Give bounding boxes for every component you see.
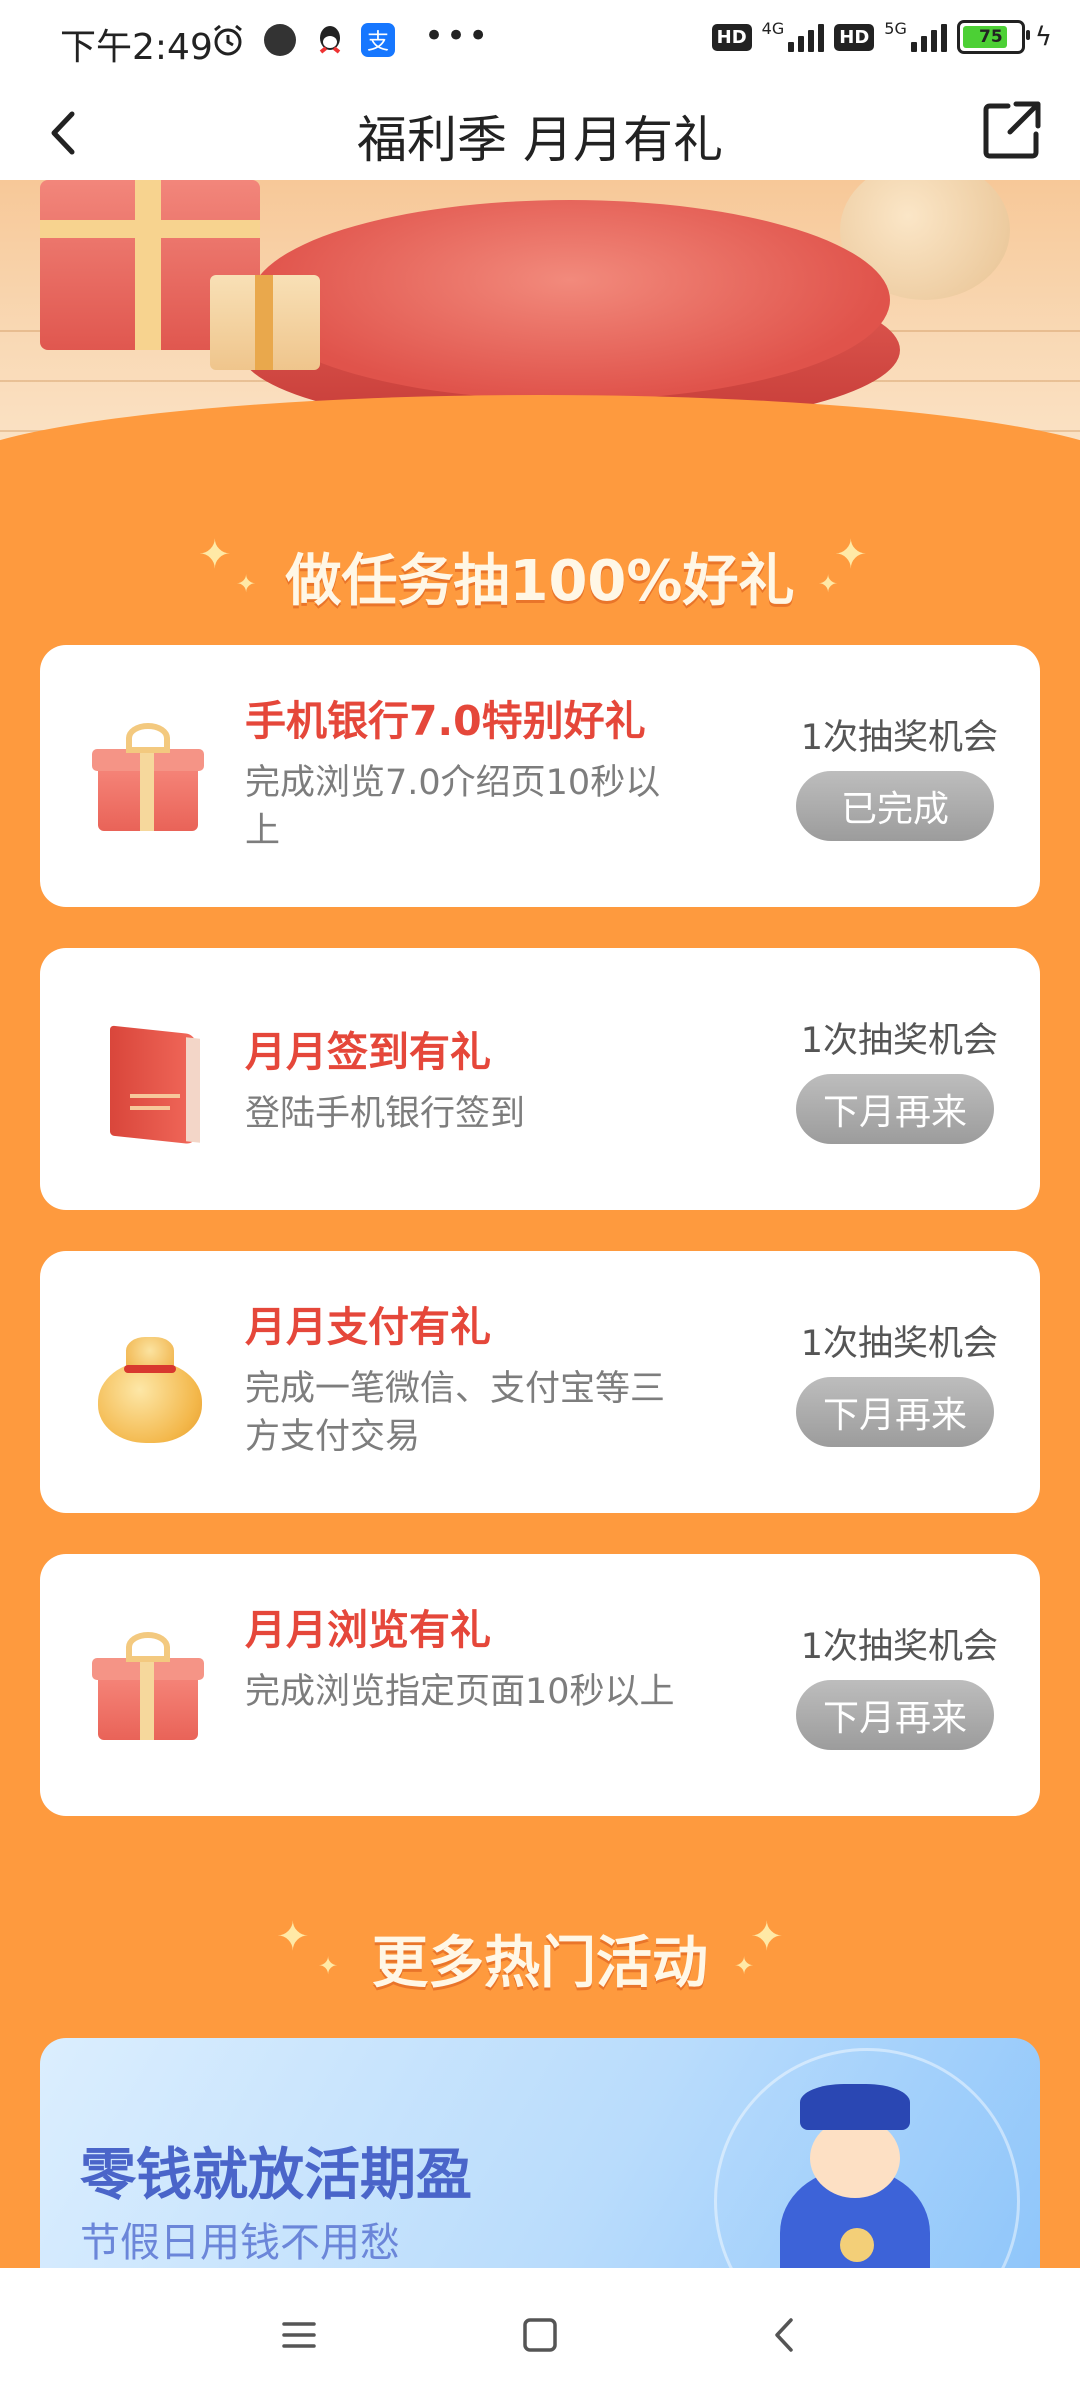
task-title: 手机银行7.0特别好礼 (245, 697, 646, 745)
more-dots-icon: ••• (424, 16, 491, 56)
task-desc: 完成浏览7.0介绍页10秒以上 (245, 763, 661, 851)
sparkle-icon: ✦ (834, 532, 868, 578)
gift-box-icon (90, 1630, 208, 1748)
task-status-button[interactable]: 下月再来 (796, 1377, 994, 1447)
signal-icon (788, 22, 825, 52)
gift-box-icon (90, 721, 208, 839)
tasks-section-title: 做任务抽100%好礼 (285, 549, 795, 614)
nav-bar: 福利季 月月有礼 (0, 84, 1080, 180)
network-label-1: 4G (761, 18, 785, 38)
status-time: 下午2:49 (60, 27, 213, 68)
money-bag-icon (90, 1327, 208, 1445)
fortune-god-mascot-icon (760, 2078, 950, 2298)
task-status-button[interactable]: 下月再来 (796, 1074, 994, 1144)
red-book-icon (90, 1024, 208, 1145)
task-title: 月月浏览有礼 (245, 1606, 491, 1654)
page-title: 福利季 月月有礼 (357, 111, 723, 169)
battery-level: 75 (979, 27, 1003, 47)
back-nav-icon[interactable] (760, 2310, 810, 2360)
charging-icon: ϟ (1034, 22, 1052, 52)
task-card: 手机银行7.0特别好礼 完成浏览7.0介绍页10秒以上 1次抽奖机会 已完成 (40, 645, 1040, 907)
share-icon[interactable] (980, 98, 1044, 162)
task-desc: 完成浏览指定页面10秒以上 (245, 1672, 675, 1712)
hd-badge-1: HD (711, 23, 752, 51)
status-bar: 下午2:49 支 ••• HD 4G HD 5G 75 ϟ (0, 0, 1080, 84)
task-card: 月月浏览有礼 完成浏览指定页面10秒以上 1次抽奖机会 下月再来 (40, 1554, 1040, 1816)
draw-chance-label: 1次抽奖机会 (800, 718, 998, 758)
task-desc: 登陆手机银行签到 (245, 1094, 526, 1134)
qq-icon (319, 26, 341, 54)
task-status-button[interactable]: 下月再来 (796, 1680, 994, 1750)
gift-box-small (210, 275, 320, 370)
network-label-2: 5G (884, 18, 907, 38)
hd-badge-2: HD (834, 23, 875, 51)
draw-chance-label: 1次抽奖机会 (800, 1021, 998, 1061)
home-icon[interactable] (515, 2310, 565, 2360)
task-title: 月月支付有礼 (245, 1303, 491, 1351)
header-banner (0, 180, 1080, 470)
task-title: 月月签到有礼 (245, 1028, 491, 1076)
draw-chance-label: 1次抽奖机会 (800, 1324, 998, 1364)
podium-top (250, 200, 890, 400)
alarm-icon (214, 24, 242, 56)
task-card: 月月支付有礼 完成一笔微信、支付宝等三方支付交易 1次抽奖机会 下月再来 (40, 1251, 1040, 1513)
signal-icon-2 (910, 22, 947, 52)
camera-dot-icon (264, 24, 296, 56)
draw-chance-label: 1次抽奖机会 (800, 1627, 998, 1667)
battery-icon: 75 (956, 20, 1030, 54)
task-card: 月月签到有礼 登陆手机银行签到 1次抽奖机会 下月再来 (40, 948, 1040, 1210)
svg-text:支: 支 (367, 30, 389, 55)
status-right: HD 4G HD 5G 75 ϟ (711, 18, 1052, 54)
activity-subtitle: 节假日用钱不用愁 (80, 2220, 400, 2266)
alipay-icon: 支 (361, 23, 395, 57)
task-desc: 完成一笔微信、支付宝等三方支付交易 (245, 1369, 666, 1457)
system-nav-bar (0, 2268, 1080, 2400)
more-section-title: 更多热门活动 (372, 1931, 708, 1996)
sparkle-icon: ✦ (750, 1914, 784, 1960)
task-status-button[interactable]: 已完成 (796, 771, 994, 841)
activity-title: 零钱就放活期盈 (80, 2143, 472, 2208)
menu-icon[interactable] (274, 2310, 324, 2360)
